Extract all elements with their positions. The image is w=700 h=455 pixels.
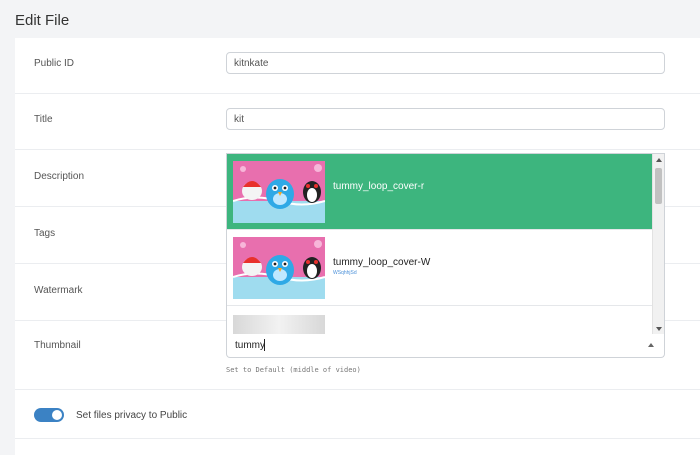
dropdown-scrollbar[interactable] — [652, 154, 664, 334]
thumbnail-dropdown[interactable]: tummy_loop_cover-r tummy_loop_cover-W WS… — [226, 153, 665, 334]
text-caret — [264, 339, 265, 351]
description-label: Description — [34, 171, 85, 182]
thumbnail-option[interactable]: tummy_loop_cover-W WSqhhjSd — [227, 230, 653, 306]
scrollbar-thumb[interactable] — [655, 168, 662, 204]
toggle-knob — [52, 410, 62, 420]
page-title: Edit File — [15, 12, 70, 29]
chevron-up-icon[interactable] — [648, 343, 654, 347]
watermark-label: Watermark — [34, 285, 83, 296]
title-row: Title — [15, 94, 700, 150]
thumbnail-option-name: tummy_loop_cover-W — [333, 257, 431, 268]
thumbnail-image — [233, 237, 325, 299]
public-id-input[interactable] — [226, 52, 665, 74]
privacy-toggle-label: Set files privacy to Public — [76, 410, 188, 421]
thumbnail-image — [233, 161, 325, 223]
tags-label: Tags — [34, 228, 56, 239]
scroll-down-icon[interactable] — [656, 327, 662, 331]
scroll-up-icon[interactable] — [656, 158, 662, 162]
thumbnail-image — [233, 315, 325, 334]
thumbnail-search-input[interactable]: tummy — [226, 334, 665, 358]
privacy-toggle[interactable] — [34, 408, 64, 422]
thumbnail-search-value: tummy — [235, 340, 265, 351]
thumbnail-label: Thumbnail — [34, 340, 81, 351]
public-id-label: Public ID — [34, 58, 75, 69]
edit-file-card: Public ID Title Description Tags Waterma… — [15, 38, 700, 455]
title-input[interactable] — [226, 108, 665, 130]
public-id-row: Public ID — [15, 38, 700, 94]
thumbnail-option-id: WSqhhjSd — [333, 270, 357, 276]
thumbnail-helper-text: Set to Default (middle of video) — [226, 366, 361, 374]
title-label: Title — [34, 114, 53, 125]
thumbnail-option-name: tummy_loop_cover-r — [333, 181, 425, 192]
thumbnail-option[interactable]: tummy_loop_cover-r — [227, 154, 653, 230]
